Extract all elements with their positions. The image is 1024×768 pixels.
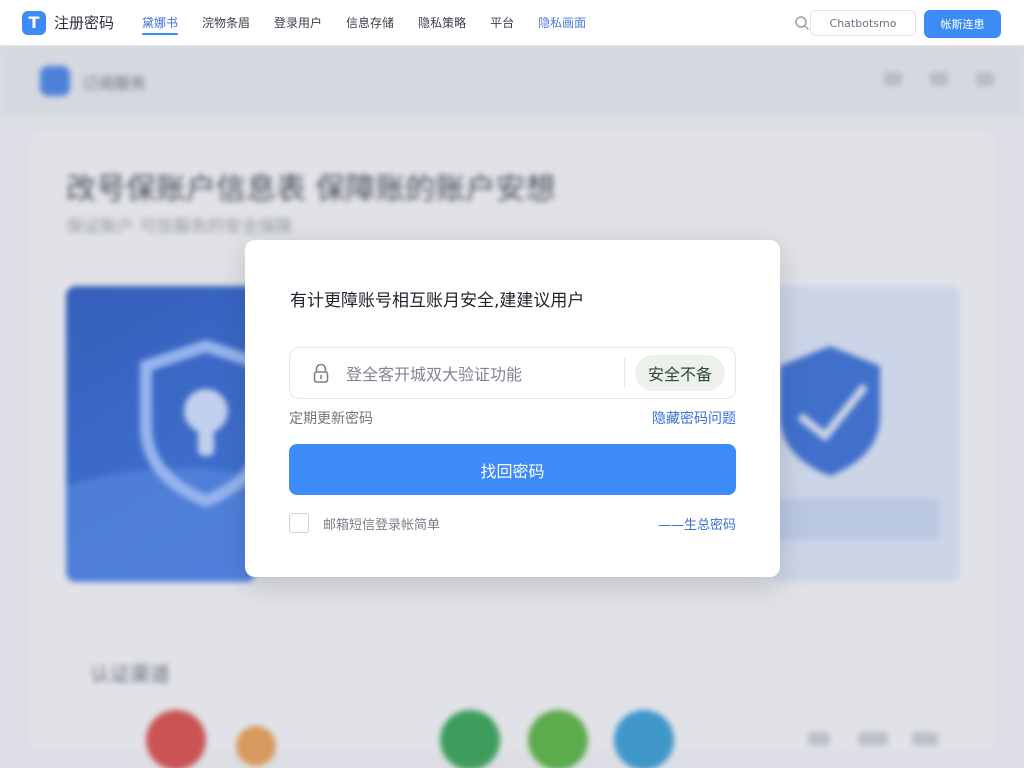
nav-item-platform[interactable]: 平台 [490, 0, 514, 46]
recover-password-button[interactable]: 找回密码 [289, 444, 736, 495]
brand[interactable]: T 注册密码 [22, 10, 132, 35]
nav-item-home[interactable]: 黛娜书 [142, 0, 179, 46]
field-divider [623, 358, 625, 388]
search: Chatbotsmo [794, 10, 916, 36]
two-factor-field-text: 登全客开城双大验证功能 [346, 365, 523, 384]
nav-item-info-storage[interactable]: 信息存储 [346, 0, 394, 46]
sms-login-option: 邮箱短信登录帐简单 [289, 513, 440, 533]
update-password-hint: 定期更新密码 [289, 411, 373, 427]
generate-password-link[interactable]: ——生总密码 [658, 514, 736, 533]
nav-item-privacy-policy[interactable]: 隐私策略 [418, 0, 466, 46]
security-dialog: 有计更障账号相互账月安全,建建议用户 登全客开城双大验证功能 安全不备 定期更新… [245, 240, 780, 577]
security-status-badge[interactable]: 安全不备 [634, 355, 725, 391]
two-factor-field[interactable]: 登全客开城双大验证功能 安全不备 [289, 347, 736, 399]
nav-item-privacy-screen[interactable]: 隐私画面 [538, 0, 586, 46]
brand-name: 注册密码 [54, 14, 115, 32]
lock-icon [313, 363, 329, 383]
nav-item-login-users[interactable]: 登录用户 [274, 0, 322, 46]
top-action-button[interactable]: 帐斯连患 [924, 10, 1001, 38]
dialog-title: 有计更障账号相互账月安全,建建议用户 [290, 291, 585, 311]
sms-login-label: 邮箱短信登录帐简单 [323, 517, 441, 533]
dialog-footer: 邮箱短信登录帐简单 ——生总密码 [289, 513, 736, 533]
brand-logo-icon: T [22, 10, 46, 35]
main-nav: 黛娜书 浣物条眉 登录用户 信息存储 隐私策略 平台 隐私画面 [142, 0, 610, 46]
security-question-link[interactable]: 隐藏密码问题 [652, 408, 736, 428]
sms-login-checkbox[interactable] [289, 513, 309, 533]
search-input[interactable]: Chatbotsmo [810, 10, 916, 36]
dialog-hint-row: 定期更新密码 隐藏密码问题 [289, 408, 736, 428]
search-icon[interactable] [794, 15, 810, 31]
top-navigation-bar: T 注册密码 黛娜书 浣物条眉 登录用户 信息存储 隐私策略 平台 隐私画面 C… [0, 0, 1024, 46]
nav-item-products[interactable]: 浣物条眉 [202, 0, 250, 46]
